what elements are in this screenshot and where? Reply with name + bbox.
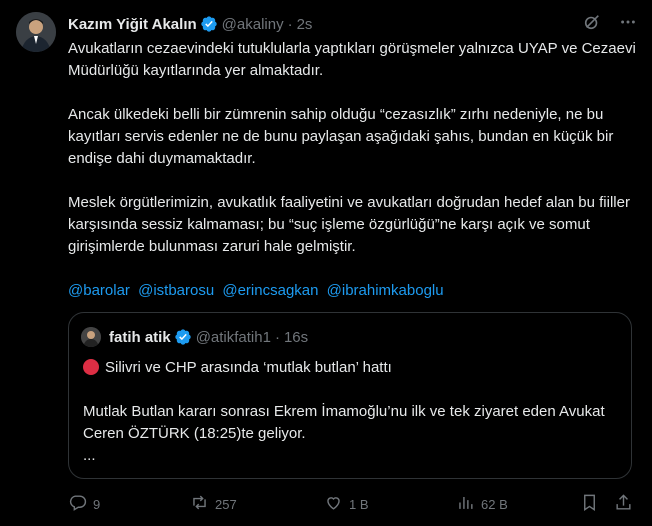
action-bar: 9 257 1 B 62 B bbox=[68, 492, 640, 516]
quoted-tweet[interactable]: fatih atik @atikfatih1 · 16s Silivri ve … bbox=[68, 312, 632, 479]
mention-link[interactable]: @erincsagkan bbox=[222, 282, 318, 299]
quoted-author-name[interactable]: fatih atik bbox=[109, 329, 171, 346]
tweet-paragraph: Ancak ülkedeki belli bir zümrenin sahip … bbox=[68, 106, 614, 167]
verified-badge-icon bbox=[200, 15, 218, 33]
tweet-header: Kazım Yiğit Akalın @akaliny · 2s bbox=[68, 14, 312, 34]
repost-icon bbox=[190, 493, 209, 515]
quoted-author-handle[interactable]: @atikfatih1 bbox=[196, 329, 271, 346]
tweet-paragraph: Meslek örgütlerimizin, avukatlık faaliye… bbox=[68, 194, 630, 255]
bookmark-icon bbox=[580, 493, 599, 515]
mention-link[interactable]: @barolar bbox=[68, 282, 130, 299]
bookmark-button[interactable] bbox=[580, 493, 599, 515]
quoted-ellipsis: ... bbox=[83, 447, 96, 464]
share-icon bbox=[614, 493, 633, 515]
mention-link[interactable]: @istbarosu bbox=[138, 282, 214, 299]
like-count: 1 B bbox=[349, 496, 369, 512]
share-button[interactable] bbox=[614, 493, 633, 515]
quoted-header: fatih atik @atikfatih1 · 16s bbox=[109, 327, 308, 347]
quoted-paragraph: Mutlak Butlan kararı sonrası Ekrem İmamo… bbox=[83, 403, 605, 442]
top-actions bbox=[582, 12, 638, 32]
separator-dot: · bbox=[274, 328, 280, 346]
like-icon bbox=[324, 493, 343, 515]
mention-link[interactable]: @ibrahimkaboglu bbox=[327, 282, 444, 299]
repost-button[interactable]: 257 bbox=[190, 493, 237, 515]
quoted-headline: Silivri ve CHP arasında ‘mutlak butlan’ … bbox=[83, 357, 623, 379]
views-count: 62 B bbox=[481, 496, 508, 512]
tweet-card[interactable]: Kazım Yiğit Akalın @akaliny · 2s Avukatl… bbox=[0, 0, 652, 526]
author-name[interactable]: Kazım Yiğit Akalın bbox=[68, 16, 197, 33]
reply-button[interactable]: 9 bbox=[68, 493, 100, 515]
repost-count: 257 bbox=[215, 496, 237, 512]
reply-count: 9 bbox=[93, 496, 101, 512]
quoted-text: Silivri ve CHP arasında ‘mutlak butlan’ … bbox=[83, 357, 623, 467]
author-avatar[interactable] bbox=[16, 12, 56, 52]
more-icon[interactable] bbox=[618, 12, 638, 32]
views-icon bbox=[456, 493, 475, 515]
grok-icon[interactable] bbox=[582, 12, 602, 32]
tweet-timestamp[interactable]: 2s bbox=[297, 16, 313, 33]
author-handle[interactable]: @akaliny bbox=[222, 16, 284, 33]
mentions-line: @barolar @istbarosu @erincsagkan @ibrahi… bbox=[68, 280, 640, 302]
red-circle-emoji bbox=[83, 359, 99, 375]
separator-dot: · bbox=[287, 15, 293, 33]
views-button[interactable]: 62 B bbox=[456, 493, 508, 515]
quoted-timestamp[interactable]: 16s bbox=[284, 329, 308, 346]
quoted-headline-text: Silivri ve CHP arasında ‘mutlak butlan’ … bbox=[105, 359, 392, 376]
tweet-paragraph: Avukatların cezaevindeki tutuklularla ya… bbox=[68, 40, 636, 79]
like-button[interactable]: 1 B bbox=[324, 493, 369, 515]
quoted-author-avatar[interactable] bbox=[81, 327, 101, 347]
verified-badge-icon bbox=[174, 328, 192, 346]
reply-icon bbox=[68, 493, 87, 515]
tweet-text: Avukatların cezaevindeki tutuklularla ya… bbox=[68, 38, 640, 302]
